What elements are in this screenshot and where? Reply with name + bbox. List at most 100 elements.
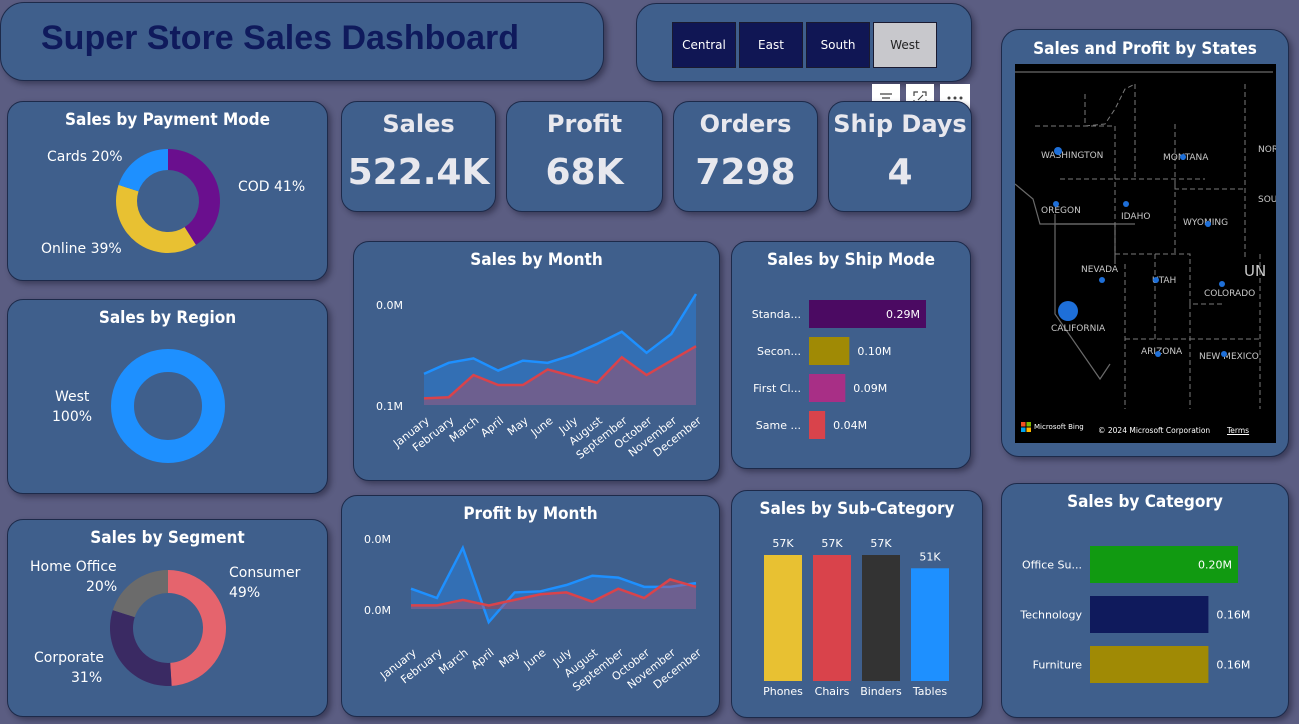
data-label: 0.20M <box>1198 559 1232 572</box>
slice-label-online: Online 39% <box>41 241 122 257</box>
ship-mode-card: Sales by Ship Mode Standa... 0.29M Secon..… <box>731 241 971 469</box>
segment-card: Sales by Segment Home Office 20% Consume… <box>7 519 328 717</box>
x-tick-label: June <box>521 646 549 672</box>
slice-label-home-office-pct: 20% <box>86 579 118 595</box>
x-tick-label: March <box>436 646 470 677</box>
bar <box>1090 596 1209 633</box>
profit-month-chart: 0.0M0.0MJanuaryFebruaryMarchApril May June… <box>364 533 704 694</box>
map-canvas[interactable]: WASHINGTON MONTANA NOR OREGON IDAHO WYOM… <box>1015 64 1276 443</box>
data-label: 0.29M <box>886 308 920 321</box>
category-label: Secon... <box>757 345 801 358</box>
map-copyright: © 2024 Microsoft Corporation <box>1098 426 1211 435</box>
y-tick-label: 0.0M <box>376 299 403 312</box>
category-label: Same ... <box>756 419 801 432</box>
category-chart: Office Su... 0.20M Technology 0.16M Furnitur… <box>1019 546 1250 683</box>
kpi-orders: Orders 7298 <box>673 101 818 212</box>
map-terms-link[interactable]: Terms <box>1227 426 1249 435</box>
category-label: Furniture <box>1033 659 1083 672</box>
bar <box>809 374 846 402</box>
data-label: 57K <box>821 537 843 550</box>
title-card: Super Store Sales Dashboard <box>0 2 604 81</box>
bubble-new-mexico <box>1221 351 1227 357</box>
slicer-option-west[interactable]: West <box>873 22 937 68</box>
profit-month-card: Profit by Month 0.0M 0.0M January February M… <box>341 495 720 717</box>
data-label: 51K <box>919 550 941 563</box>
bing-logo: Microsoft Bing <box>1021 422 1084 432</box>
donut-slice <box>168 149 221 245</box>
donut-slice <box>110 610 172 686</box>
bubble-nevada <box>1099 277 1105 283</box>
data-label: 57K <box>870 537 892 550</box>
slice-label-consumer: Consumer <box>229 565 301 581</box>
region-card: Sales by Region West 100% <box>7 299 328 494</box>
data-label: 0.16M <box>1216 659 1250 672</box>
bar <box>764 555 802 681</box>
donut-slice <box>115 184 196 254</box>
bar <box>813 555 851 681</box>
donut-slice <box>112 570 168 618</box>
map-bubbles <box>1053 147 1227 357</box>
donut-slice <box>168 570 226 686</box>
y-tick-label: 0.0M <box>364 604 391 617</box>
map-card: Sales and Profit by States WASHINGTON NO… <box>1001 29 1289 457</box>
kpi-sales: Sales 522.4K <box>341 101 496 212</box>
bubble-washington <box>1054 147 1062 155</box>
segment-donut <box>110 570 226 686</box>
kpi-ship-days: Ship Days 4 <box>828 101 972 212</box>
series-area <box>411 547 696 623</box>
slice-label-corporate: Corporate <box>34 650 104 666</box>
x-tick-label: April <box>478 414 506 440</box>
kpi-label: Sales <box>382 110 455 138</box>
slice-label-west: West <box>55 389 90 405</box>
slicer-option-central[interactable]: Central <box>672 22 736 68</box>
bing-label: Microsoft Bing <box>1034 423 1084 431</box>
category-label: Phones <box>763 685 803 698</box>
sales-month-card: Sales by Month 0.0M 0.1M January February Ma… <box>353 241 720 481</box>
sales-month-chart: 0.0M0.1MJanuaryFebruaryMarchAprilMayJune… <box>376 293 704 462</box>
kpi-value: 4 <box>887 152 913 193</box>
category-label: Technology <box>1019 609 1082 622</box>
bubble-montana <box>1180 154 1186 160</box>
category-label: Office Su... <box>1022 559 1082 572</box>
data-label: 0.16M <box>1216 609 1250 622</box>
x-tick-label: June <box>528 414 556 440</box>
kpi-profit: Profit 68K <box>506 101 663 212</box>
kpi-label: Orders <box>699 110 792 138</box>
bar <box>1090 646 1209 683</box>
x-tick-label: May <box>497 646 523 671</box>
category-label: First Cl... <box>753 382 801 395</box>
slicer-option-south[interactable]: South <box>806 22 870 68</box>
data-label: 0.10M <box>857 345 891 358</box>
category-label: Standa... <box>752 308 801 321</box>
data-label: 57K <box>772 537 794 550</box>
slice-label-cards: Cards 20% <box>47 149 123 165</box>
slicer-option-east[interactable]: East <box>739 22 803 68</box>
data-label: 0.04M <box>833 419 867 432</box>
slice-label-west-pct: 100% <box>52 409 93 425</box>
donut-slice <box>118 149 168 192</box>
y-tick-label: 0.0M <box>364 533 391 546</box>
sub-category-card: Sales by Sub-Category 57K Phones 57K Chairs… <box>731 490 983 718</box>
bar <box>809 411 826 439</box>
category-label: Tables <box>912 685 947 698</box>
bar <box>809 337 850 365</box>
slice-label-consumer-pct: 49% <box>229 585 261 601</box>
donut-slice <box>111 349 225 463</box>
payment-mode-card: Sales by Payment Mode Cards 20% COD 41% … <box>7 101 328 281</box>
dashboard-title: Super Store Sales Dashboard <box>41 19 520 57</box>
kpi-value: 7298 <box>695 152 796 193</box>
y-tick-label: 0.1M <box>376 400 403 413</box>
bubble-wyoming <box>1205 221 1211 227</box>
category-label: Chairs <box>815 685 850 698</box>
region-slicer: Central East South West <box>636 3 972 82</box>
sub-category-chart: 57K Phones 57K Chairs 57K Binders 51K Tables <box>763 537 949 698</box>
ship-mode-chart: Standa... 0.29M Secon... 0.10M First Cl... 0.… <box>752 300 926 439</box>
bar <box>862 555 900 681</box>
category-card: Sales by Category Office Su... 0.20M Techn… <box>1001 483 1289 718</box>
kpi-label: Profit <box>546 110 623 138</box>
chart-title: Sales and Profit by States <box>1033 39 1257 59</box>
bubble-idaho <box>1123 201 1129 207</box>
slice-label-cod: COD 41% <box>238 179 306 195</box>
slice-label-corporate-pct: 31% <box>71 670 103 686</box>
bubble-utah <box>1153 277 1159 283</box>
